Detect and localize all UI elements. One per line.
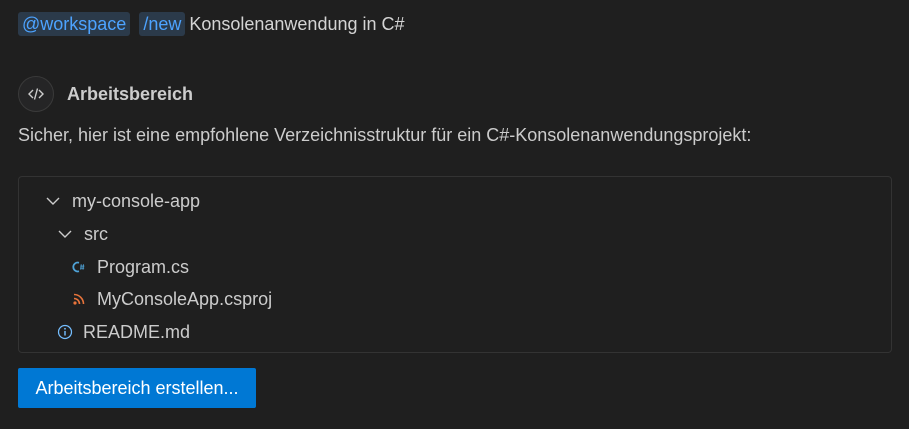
chat-response-panel: @workspace /new Konsolenanwendung in C# … [0, 0, 909, 429]
rss-file-icon [71, 291, 87, 307]
csharp-file-icon [71, 259, 87, 275]
prompt-text: Konsolenanwendung in C# [189, 13, 405, 34]
info-icon [57, 324, 73, 340]
file-tree: my-console-app src Program.cs MyConsoleA… [18, 176, 892, 353]
tree-item-label: README.md [83, 321, 191, 342]
command-chip[interactable]: /new [139, 12, 186, 36]
code-icon [18, 76, 54, 112]
user-prompt: @workspace /new Konsolenanwendung in C# [18, 11, 405, 37]
tree-item-folder[interactable]: my-console-app [45, 189, 200, 213]
tree-item-label: MyConsoleApp.csproj [97, 288, 273, 309]
chevron-down-icon [57, 226, 73, 242]
tree-item-label: Program.cs [97, 256, 190, 277]
tree-item-file[interactable]: MyConsoleApp.csproj [71, 287, 272, 311]
tree-item-file[interactable]: README.md [57, 320, 190, 344]
tree-item-label: src [84, 223, 108, 244]
chevron-down-icon [45, 193, 61, 209]
tree-item-file[interactable]: Program.cs [71, 255, 189, 279]
tree-item-label: my-console-app [72, 190, 201, 211]
tree-item-folder[interactable]: src [57, 222, 108, 246]
responder-header: Arbeitsbereich [18, 75, 193, 113]
response-description: Sicher, hier ist eine empfohlene Verzeic… [18, 125, 752, 145]
agent-chip[interactable]: @workspace [18, 12, 131, 36]
responder-name: Arbeitsbereich [67, 83, 194, 104]
create-workspace-button[interactable]: Arbeitsbereich erstellen... [18, 368, 256, 408]
